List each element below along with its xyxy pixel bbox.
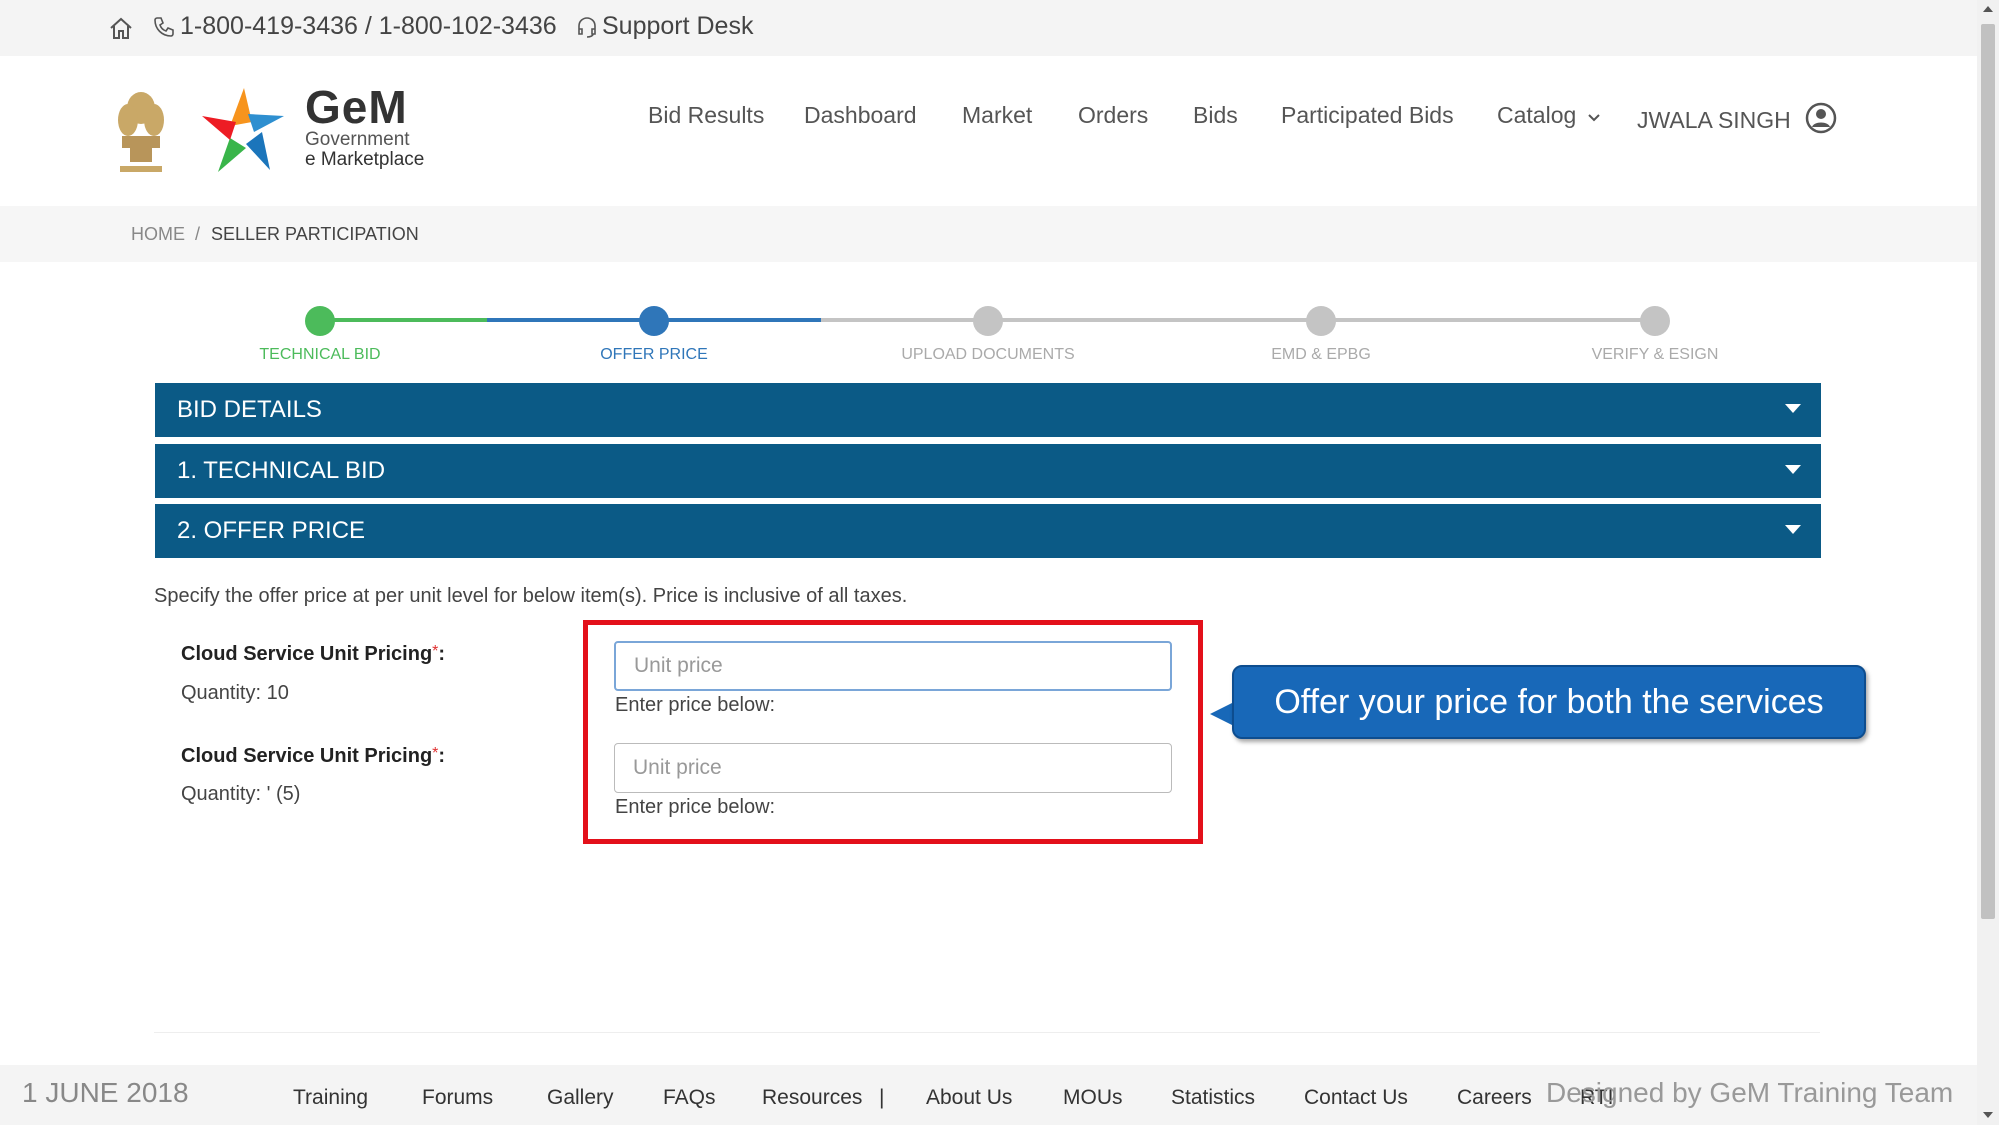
step-label-verify-esign: VERIFY & ESIGN	[1591, 346, 1719, 363]
footer-link-contact-us[interactable]: Contact Us	[1304, 1086, 1408, 1110]
nav-bid-results[interactable]: Bid Results	[648, 102, 764, 129]
user-menu[interactable]: JWALA SINGH	[1637, 102, 1837, 134]
phone-icon	[154, 16, 174, 37]
page-scrollbar[interactable]	[1977, 0, 1999, 1125]
section-offer-price[interactable]: 2. OFFER PRICE	[155, 504, 1821, 558]
price-hint-1: Enter price below:	[615, 694, 776, 716]
scroll-down-arrow-icon[interactable]	[1983, 1112, 1993, 1118]
nav-dashboard[interactable]: Dashboard	[804, 102, 917, 129]
helpline-numbers: 1-800-419-3436 / 1-800-102-3436	[180, 12, 557, 40]
footer-link-statistics[interactable]: Statistics	[1171, 1086, 1255, 1110]
home-icon[interactable]	[108, 15, 134, 48]
helpline: 1-800-419-3436 / 1-800-102-3436	[152, 12, 557, 41]
footer-separator: |	[879, 1086, 885, 1109]
step-dot-verify-esign	[1640, 306, 1670, 336]
item-name: Cloud Service Unit Pricing	[181, 643, 433, 665]
section-bid-details[interactable]: BID DETAILS	[155, 383, 1821, 437]
item-label-1: Cloud Service Unit Pricing*:	[181, 643, 445, 666]
brand-line1: Government	[305, 129, 410, 150]
footer-link-careers[interactable]: Careers	[1457, 1086, 1532, 1110]
step-dot-upload-documents	[973, 306, 1003, 336]
caret-down-icon	[1785, 404, 1801, 413]
section-technical-bid[interactable]: 1. TECHNICAL BID	[155, 444, 1821, 498]
content-divider	[154, 1032, 1820, 1033]
breadcrumb-separator: /	[195, 224, 201, 244]
progress-stepper: TECHNICAL BID OFFER PRICE UPLOAD DOCUMEN…	[0, 290, 1977, 370]
nav-bids[interactable]: Bids	[1193, 102, 1238, 129]
gem-star-logo	[202, 88, 284, 172]
item-quantity-1: Quantity: 10	[181, 682, 289, 704]
footer-link-mous[interactable]: MOUs	[1063, 1086, 1123, 1110]
breadcrumb-home[interactable]: HOME	[131, 224, 185, 245]
step-connector-pending	[821, 318, 1654, 322]
item-name: Cloud Service Unit Pricing	[181, 745, 433, 767]
step-dot-technical-bid[interactable]	[305, 306, 335, 336]
nav-catalog-label: Catalog	[1497, 102, 1577, 128]
nav-orders[interactable]: Orders	[1078, 102, 1148, 129]
national-emblem-logo	[118, 92, 164, 172]
label-colon: :	[438, 643, 446, 665]
scrollbar-thumb[interactable]	[1981, 24, 1995, 919]
footer-link-gallery[interactable]: Gallery	[547, 1086, 614, 1110]
support-desk-label: Support Desk	[602, 12, 754, 40]
step-label-upload-documents: UPLOAD DOCUMENTS	[901, 346, 1075, 363]
top-bar: 1-800-419-3436 / 1-800-102-3436 Support …	[0, 0, 1977, 56]
step-label-technical-bid: TECHNICAL BID	[259, 346, 381, 363]
headset-icon	[578, 16, 596, 38]
caret-down-icon	[1785, 465, 1801, 474]
breadcrumb-current: SELLER PARTICIPATION	[211, 224, 419, 244]
user-avatar-icon	[1805, 102, 1837, 134]
step-label-emd-epbg: EMD & EPBG	[1271, 346, 1371, 363]
chevron-down-icon	[1587, 114, 1600, 122]
item-label-2: Cloud Service Unit Pricing*:	[181, 745, 445, 768]
footer-link-resources[interactable]: Resources	[762, 1086, 862, 1110]
footer-link-training[interactable]: Training	[293, 1086, 368, 1110]
step-dot-emd-epbg	[1306, 306, 1336, 336]
section-title: BID DETAILS	[177, 396, 322, 423]
designed-by-overlay: Designed by GeM Training Team	[1546, 1077, 1954, 1108]
caret-down-icon	[1785, 525, 1801, 534]
unit-price-input-1[interactable]	[614, 641, 1172, 691]
footer: 1 JUNE 2018 Training Forums Gallery FAQs…	[0, 1065, 1977, 1125]
offer-instruction: Specify the offer price at per unit leve…	[154, 585, 908, 607]
nav-participated-bids[interactable]: Participated Bids	[1281, 102, 1454, 129]
brand-line2: e Marketplace	[305, 149, 425, 170]
section-title: 1. TECHNICAL BID	[177, 457, 386, 484]
support-desk-link[interactable]: Support Desk	[576, 12, 753, 41]
brand-name: GeM	[305, 81, 408, 133]
step-dot-offer-price[interactable]	[639, 306, 669, 336]
step-connector-done	[320, 318, 487, 322]
section-title: 2. OFFER PRICE	[177, 517, 366, 544]
video-date-overlay: 1 JUNE 2018	[22, 1077, 189, 1108]
price-hint-2: Enter price below:	[615, 796, 776, 818]
breadcrumb: HOME / SELLER PARTICIPATION	[0, 206, 1977, 262]
main-header: GeM Government e Marketplace Bid Results…	[0, 56, 1977, 206]
footer-link-faqs[interactable]: FAQs	[663, 1086, 716, 1110]
unit-price-input-2[interactable]	[614, 743, 1172, 793]
nav-market[interactable]: Market	[962, 102, 1032, 129]
step-label-offer-price: OFFER PRICE	[600, 346, 708, 363]
tutorial-callout: Offer your price for both the services	[1232, 665, 1866, 739]
callout-pointer	[1210, 702, 1234, 726]
scroll-up-arrow-icon[interactable]	[1983, 6, 1993, 12]
label-colon: :	[438, 745, 446, 767]
user-name: JWALA SINGH	[1637, 107, 1791, 133]
item-quantity-2: Quantity: ' (5)	[181, 783, 301, 805]
nav-catalog[interactable]: Catalog	[1497, 102, 1601, 129]
footer-link-forums[interactable]: Forums	[422, 1086, 493, 1110]
gem-wordmark: GeM Government e Marketplace	[305, 84, 424, 170]
footer-link-about-us[interactable]: About Us	[926, 1086, 1012, 1110]
